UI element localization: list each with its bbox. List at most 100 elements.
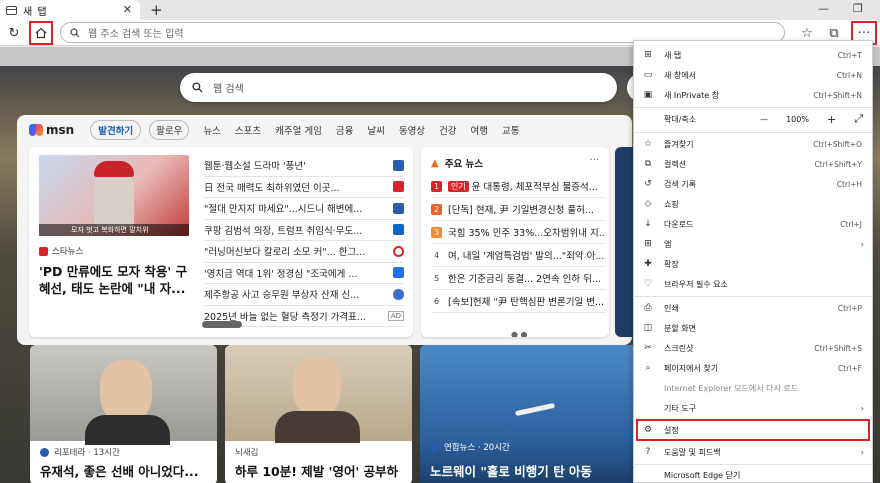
- menu-item-history[interactable]: ↺ 검색 기록 Ctrl+H: [634, 174, 872, 194]
- menu-item-downloads[interactable]: ↓ 다운로드 Ctrl+J: [634, 214, 872, 234]
- refresh-icon: ↻: [8, 25, 20, 41]
- menu-item-help-feedback[interactable]: ? 도움말 및 피드백 ›: [634, 442, 872, 462]
- chevron-right-icon: ›: [860, 403, 864, 413]
- c-icon: [393, 245, 404, 257]
- airplane-image: [514, 402, 556, 417]
- menu-item-collections[interactable]: ⧉ 컬렉션 Ctrl+Shift+Y: [634, 154, 872, 174]
- trending-item[interactable]: 1 인기 윤 대통령, 체포적부심 물증석...: [431, 175, 606, 198]
- trending-item[interactable]: 3 국힘 35% 민주 33%...오차범위내 지...: [431, 221, 606, 244]
- menu-item-screenshot[interactable]: ✂ 스크린샷 Ctrl+Shift+S: [634, 338, 872, 358]
- menu-item-more-tools[interactable]: 기타 도구 ›: [634, 398, 872, 418]
- history-icon: ↺: [644, 179, 652, 189]
- nav-traffic[interactable]: 교통: [502, 123, 519, 137]
- menu-item-ie-mode: Internet Explorer 모드에서 다시 로드: [634, 378, 872, 398]
- menu-item-settings[interactable]: ⚙ 설정: [636, 419, 870, 441]
- zoom-spacer: [642, 113, 654, 125]
- news-image: [30, 345, 217, 445]
- nav-news[interactable]: 뉴스: [203, 123, 220, 137]
- menu-item-extensions[interactable]: ✚ 확장: [634, 254, 872, 274]
- close-spacer: [642, 469, 654, 481]
- settings-and-more-menu: ⊞ 새 탭 Ctrl+T ▭ 새 창에서 Ctrl+N ▣ 새 InPrivate 창 Ct…: [633, 40, 873, 483]
- nav-follow[interactable]: 팔로우: [149, 120, 190, 140]
- news-source: 연합뉴스 · 20시간: [430, 441, 510, 453]
- news-card[interactable]: 리포테라 · 13시간 유재석, 좋은 선배 아니었다...: [30, 345, 217, 483]
- trending-item[interactable]: 4 여, 내일 '계엄특검법' 발의..."죄악 아...: [431, 244, 606, 267]
- extensions-icon: ✚: [644, 259, 652, 269]
- menu-item-shopping[interactable]: ◇ 쇼핑: [634, 194, 872, 214]
- split-screen-icon: ◫: [643, 323, 653, 333]
- restore-button[interactable]: ❐: [853, 2, 863, 15]
- menu-item-inprivate[interactable]: ▣ 새 InPrivate 창 Ctrl+Shift+N: [634, 85, 872, 105]
- menu-item-favorites[interactable]: ☆ 즐겨찾기 Ctrl+Shift+O: [634, 134, 872, 154]
- list-item[interactable]: 웹툰·웹소설 드라마 '풍년': [204, 155, 404, 177]
- star-icon: ☆: [801, 25, 813, 41]
- nav-health[interactable]: 건강: [439, 123, 456, 137]
- hero-title[interactable]: 'PD 만류에도 모자 착용' 구혜선, 태도 논란에 "내 자...: [39, 263, 194, 297]
- new-tab-button[interactable]: +: [150, 1, 163, 19]
- news-card[interactable]: 뇌새김 하루 10분! 제발 '영어' 공부하: [225, 345, 412, 483]
- nav-sports[interactable]: 스포츠: [235, 123, 261, 137]
- tab-new-tab[interactable]: 새 탭 ✕: [0, 0, 140, 20]
- more-tools-spacer: [642, 402, 654, 414]
- collections-icon: ⧉: [644, 159, 652, 169]
- web-search-box[interactable]: 웹 검색: [180, 73, 617, 102]
- trending-item[interactable]: 2 [단독] 현재, 尹 기일변경신청 풀허...: [431, 198, 606, 221]
- nav-video[interactable]: 동영상: [399, 123, 425, 137]
- list-item[interactable]: "러닝머신보다 칼로리 소모 커"... 한그...: [204, 241, 404, 263]
- zoom-in-button[interactable]: +: [827, 113, 836, 126]
- shopping-icon: ◇: [644, 199, 652, 209]
- print-icon: ⎙: [644, 303, 652, 313]
- menu-item-browser-essentials[interactable]: ♡ 브라우저 필수 요소: [634, 274, 872, 294]
- nav-travel[interactable]: 여행: [471, 123, 488, 137]
- minimize-button[interactable]: —: [818, 2, 829, 15]
- menu-item-close-edge[interactable]: Microsoft Edge 닫기: [634, 465, 872, 483]
- chevron-right-icon: ›: [860, 239, 864, 249]
- apps-icon: ⊞: [644, 239, 652, 249]
- search-icon: [192, 82, 203, 93]
- news-source: 뇌새김: [235, 448, 259, 458]
- news-person: [293, 357, 341, 417]
- trending-item[interactable]: 5 한은 기준금리 동결... 2연속 인하 뒤...: [431, 267, 606, 290]
- news-title: 유재석, 좋은 선배 아니었다...: [40, 464, 199, 479]
- trending-more-button[interactable]: ···: [589, 155, 599, 166]
- list-item[interactable]: 쿠팡 김범석 의장, 트럼프 취임식·무도...: [204, 220, 404, 241]
- list-item[interactable]: 日 전국 매력도 최하위였던 이곳...: [204, 177, 404, 198]
- msn-nav: msn 발견하기 팔로우 뉴스 스포츠 캐주얼 게임 금융 날씨 동영상 건강 …: [17, 115, 632, 145]
- zoom-controls: — 100% + ⤢: [751, 109, 872, 129]
- list-item[interactable]: '영치금 역대 1위' 정경심 "조국에게 ...: [204, 263, 404, 284]
- grid-icon: [393, 159, 404, 171]
- nav-casual-games[interactable]: 캐주얼 게임: [275, 123, 322, 137]
- menu-item-print[interactable]: ⎙ 인쇄 Ctrl+P: [634, 298, 872, 318]
- nav-finance[interactable]: 금융: [336, 123, 353, 137]
- weather-card-edge[interactable]: [615, 147, 635, 337]
- home-icon: [35, 27, 47, 39]
- menu-item-new-tab[interactable]: ⊞ 새 탭 Ctrl+T: [634, 45, 872, 65]
- menu-item-new-window[interactable]: ▭ 새 창에서 Ctrl+N: [634, 65, 872, 85]
- menu-item-find-on-page[interactable]: ⌕ 페이지에서 찾기 Ctrl+F: [634, 358, 872, 378]
- carousel-dots[interactable]: [202, 321, 242, 328]
- trending-dots[interactable]: ● ●: [511, 330, 528, 337]
- trending-title: 주요 뉴스: [444, 159, 483, 170]
- list-item[interactable]: 제주항공 사고 승무원 부상자 산재 신...: [204, 284, 404, 306]
- hero-image[interactable]: 모자 벗고 복화하면 말치위: [39, 155, 189, 236]
- list-item[interactable]: "절대 만지지 마세요"...시드니 해변에...: [204, 198, 404, 220]
- nav-weather[interactable]: 날씨: [367, 123, 384, 137]
- menu-item-split-screen[interactable]: ◫ 분할 화면: [634, 318, 872, 338]
- tab-close-icon[interactable]: ✕: [123, 3, 132, 16]
- trending-item[interactable]: 6 [속보]헌재 "尹 탄핵심판 변론기일 변...: [431, 290, 606, 313]
- zoom-out-button[interactable]: —: [760, 115, 768, 124]
- screenshot-icon: ✂: [644, 343, 652, 353]
- grid-icon: [393, 202, 404, 214]
- ie-icon: [642, 382, 654, 394]
- news-card[interactable]: 연합뉴스 · 20시간 노르웨이 "홀로 비행기 탄 아동: [420, 345, 635, 483]
- menu-item-apps[interactable]: ⊞ 앱 ›: [634, 234, 872, 254]
- msn-butterfly-icon: [29, 124, 43, 136]
- msn-feed: msn 발견하기 팔로우 뉴스 스포츠 캐주얼 게임 금융 날씨 동영상 건강 …: [17, 115, 632, 345]
- search-icon: [70, 27, 80, 37]
- home-button[interactable]: [29, 21, 53, 45]
- nav-discover[interactable]: 발견하기: [90, 120, 142, 140]
- msn-logo[interactable]: msn: [29, 123, 74, 137]
- refresh-button[interactable]: ↻: [4, 23, 24, 43]
- fullscreen-icon[interactable]: ⤢: [854, 112, 863, 126]
- news-icon: [393, 181, 404, 193]
